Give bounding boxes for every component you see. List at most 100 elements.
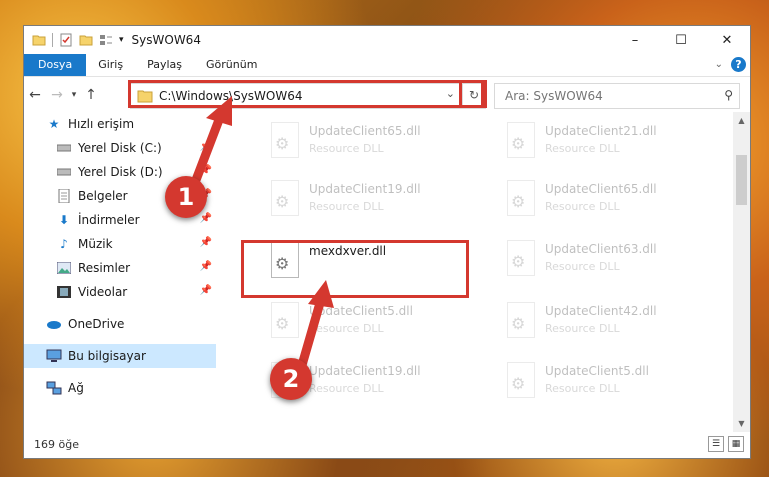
new-folder-icon[interactable] [79, 33, 93, 47]
file-item[interactable]: ⚙ UpdateClient63.dll Resource DLL [503, 240, 733, 288]
dll-file-icon: ⚙ [503, 122, 537, 162]
picture-icon [56, 260, 72, 276]
file-type: Resource DLL [545, 322, 620, 335]
nav-item-label: OneDrive [68, 317, 125, 331]
download-icon: ⬇ [58, 213, 70, 227]
nav-item-label: Bu bilgisayar [68, 349, 146, 363]
tab-view[interactable]: Görünüm [194, 54, 269, 76]
network-icon [46, 380, 62, 396]
file-name: UpdateClient21.dll [545, 124, 657, 138]
search-input[interactable] [503, 88, 707, 104]
minimize-button[interactable]: – [612, 26, 658, 54]
tab-file[interactable]: Dosya [24, 54, 87, 76]
video-icon [56, 284, 72, 300]
nav-item-label: Belgeler [78, 189, 128, 203]
title-bar: ▾ SysWOW64 – ☐ ✕ [24, 26, 750, 54]
window-title: SysWOW64 [131, 33, 201, 47]
scroll-up-icon[interactable]: ▲ [733, 112, 750, 129]
large-icons-view-icon[interactable]: ▦ [728, 436, 744, 452]
customize-toolbar-icon[interactable] [99, 33, 113, 47]
file-item[interactable]: ⚙ UpdateClient65.dll Resource DLL [503, 180, 733, 228]
up-arrow-icon[interactable]: ↑ [80, 87, 102, 103]
nav-item-disk-c[interactable]: Yerel Disk (C:) 📌 [24, 136, 216, 160]
dll-file-icon: ⚙ [503, 180, 537, 220]
highlight-box-address [128, 80, 484, 108]
file-name: UpdateClient63.dll [545, 242, 657, 256]
nav-item-pictures[interactable]: Resimler 📌 [24, 256, 216, 280]
pin-icon[interactable]: 📌 [200, 213, 212, 224]
expand-ribbon-icon[interactable]: ⌄ [715, 59, 723, 70]
nav-item-videos[interactable]: Videolar 📌 [24, 280, 216, 304]
properties-icon[interactable] [59, 33, 73, 47]
dll-file-icon: ⚙ [503, 302, 537, 342]
nav-item-this-pc[interactable]: Bu bilgisayar [24, 344, 216, 368]
nav-item-label: Resimler [78, 261, 131, 275]
nav-item-music[interactable]: ♪ Müzik 📌 [24, 232, 216, 256]
close-button[interactable]: ✕ [704, 26, 750, 54]
file-item[interactable]: ⚙ UpdateClient5.dll Resource DLL [503, 362, 733, 410]
cloud-icon [46, 316, 62, 332]
file-name: UpdateClient42.dll [545, 304, 657, 318]
file-type: Resource DLL [545, 142, 620, 155]
tab-home[interactable]: Giriş [86, 54, 135, 76]
nav-item-onedrive[interactable]: OneDrive [24, 312, 216, 336]
pin-icon[interactable]: 📌 [200, 285, 212, 296]
callout-badge-2: 2 [270, 358, 312, 400]
pin-icon[interactable]: 📌 [200, 141, 212, 152]
dll-file-icon: ⚙ [503, 240, 537, 280]
item-count: 169 öğe [34, 437, 79, 451]
navigation-pane: ★ Hızlı erişim Yerel Disk (C:) 📌 Yerel D… [24, 112, 216, 432]
file-item[interactable]: ⚙ UpdateClient19.dll Resource DLL [267, 180, 497, 228]
star-icon: ★ [48, 117, 60, 131]
nav-item-label: Müzik [78, 237, 113, 251]
nav-item-label: İndirmeler [78, 213, 140, 227]
toolbar-divider [52, 33, 53, 47]
help-button[interactable]: ? [731, 57, 746, 72]
file-item[interactable]: ⚙ UpdateClient5.dll Resource DLL [267, 302, 497, 350]
chevron-down-icon[interactable]: ▾ [119, 35, 124, 45]
nav-item-label: Hızlı erişim [68, 117, 135, 131]
file-name: UpdateClient5.dll [545, 364, 649, 378]
vertical-scrollbar[interactable]: ▲ ▼ [733, 112, 750, 432]
document-icon [56, 188, 72, 204]
nav-item-label: Videolar [78, 285, 128, 299]
window-controls: – ☐ ✕ [612, 26, 750, 54]
status-bar: 169 öğe ☰ ▦ [24, 430, 750, 458]
file-type: Resource DLL [309, 322, 384, 335]
dll-file-icon: ⚙ [267, 180, 301, 220]
file-name: UpdateClient19.dll [309, 182, 421, 196]
callout-badge-1: 1 [165, 176, 207, 218]
pin-icon[interactable]: 📌 [200, 165, 212, 176]
scrollbar-thumb[interactable] [736, 155, 747, 205]
pin-icon[interactable]: 📌 [200, 261, 212, 272]
pin-icon[interactable]: 📌 [200, 237, 212, 248]
nav-item-label: Yerel Disk (D:) [78, 165, 163, 179]
file-item[interactable]: ⚙ UpdateClient42.dll Resource DLL [503, 302, 733, 350]
forward-arrow-icon[interactable]: → [46, 87, 68, 103]
dll-file-icon: ⚙ [267, 302, 301, 342]
file-item[interactable]: ⚙ UpdateClient21.dll Resource DLL [503, 122, 733, 170]
ribbon-tabs: Dosya Giriş Paylaş Görünüm ⌄ ? [24, 54, 750, 77]
maximize-button[interactable]: ☐ [658, 26, 704, 54]
nav-item-quick-access[interactable]: ★ Hızlı erişim [24, 112, 216, 136]
file-type: Resource DLL [545, 260, 620, 273]
file-type: Resource DLL [309, 382, 384, 395]
file-item[interactable]: ⚙ UpdateClient65.dll Resource DLL [267, 122, 497, 170]
search-box[interactable]: ⚲ [494, 83, 740, 109]
back-arrow-icon[interactable]: ← [24, 87, 46, 103]
details-view-icon[interactable]: ☰ [708, 436, 724, 452]
nav-item-label: Yerel Disk (C:) [78, 141, 162, 155]
file-type: Resource DLL [545, 382, 620, 395]
search-icon[interactable]: ⚲ [724, 88, 733, 102]
dll-file-icon: ⚙ [503, 362, 537, 402]
file-name: UpdateClient65.dll [545, 182, 657, 196]
music-icon: ♪ [60, 237, 68, 251]
quick-access-toolbar: ▾ [32, 33, 124, 47]
recent-locations-icon[interactable]: ▾ [68, 90, 80, 100]
nav-item-network[interactable]: Ağ [24, 376, 216, 400]
tab-share[interactable]: Paylaş [135, 54, 194, 76]
file-name: UpdateClient65.dll [309, 124, 421, 138]
folder-icon[interactable] [32, 33, 46, 47]
drive-icon [56, 140, 72, 156]
file-type: Resource DLL [309, 142, 384, 155]
